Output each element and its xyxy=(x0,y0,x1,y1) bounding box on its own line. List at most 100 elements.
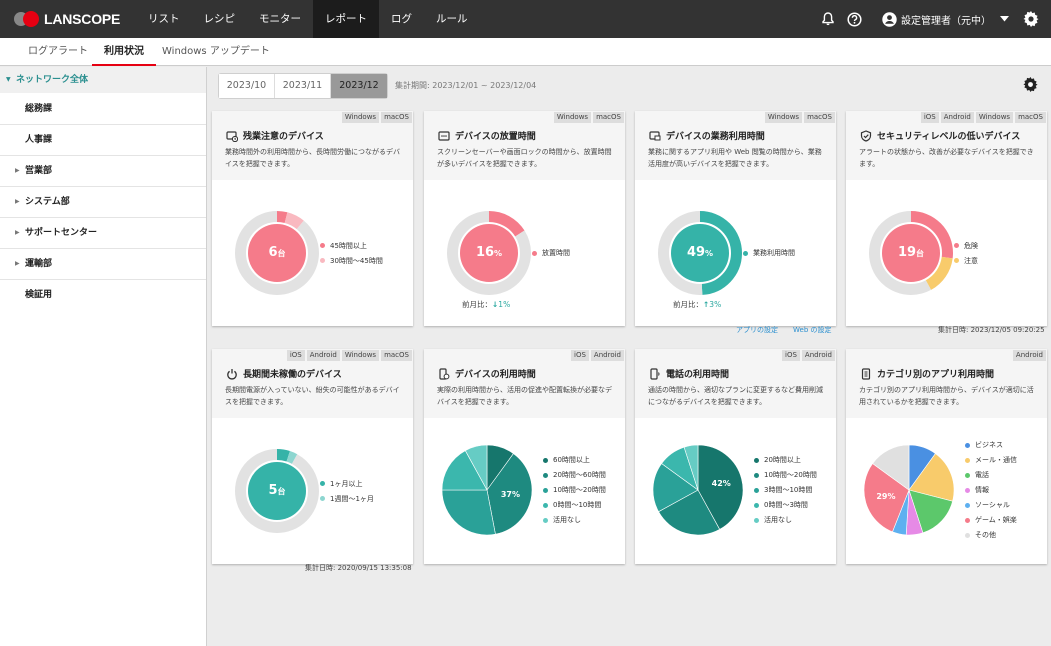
legend-swatch xyxy=(543,457,548,463)
sidebar-item-label: 運輸部 xyxy=(25,259,53,269)
legend-item: 危険 xyxy=(954,238,978,253)
gear-icon[interactable] xyxy=(1023,77,1038,96)
card-title: セキュリティレベルの低いデバイス xyxy=(859,129,1020,142)
legend-label: 3時間〜10時間 xyxy=(764,486,813,494)
legend-item: 活用なし xyxy=(543,513,606,528)
legend-label: ゲーム・娯楽 xyxy=(975,516,1017,524)
report-card-longunused[interactable]: iOS Android Windows macOS 長期間未稼働のデバイス 長期間電源… xyxy=(212,349,413,564)
sidebar-item-general-affairs[interactable]: 総務課 xyxy=(0,93,206,125)
tab-windows-update[interactable]: Windows アップデート xyxy=(150,38,282,66)
legend-item: 情報 xyxy=(965,483,1017,498)
bell-icon[interactable] xyxy=(822,12,834,26)
report-card-phone[interactable]: iOS Android 電話の利用時間 通話の時間から、適切なプランに変更するなど… xyxy=(635,349,836,564)
nav-item-rule[interactable]: ルール xyxy=(424,0,480,38)
web-settings-link[interactable]: Web の設定 xyxy=(793,325,832,335)
caret-right-icon[interactable]: ▶ xyxy=(15,249,20,279)
card-body: 49% 業務利用時間 前月比：↑3% xyxy=(635,180,836,326)
report-card-security[interactable]: iOS Android Windows macOS セキュリティレベルの低いデバイス … xyxy=(846,111,1047,326)
month-2023-11[interactable]: 2023/11 xyxy=(275,74,331,98)
card-title: デバイスの業務利用時間 xyxy=(648,129,765,142)
lanscope-logo[interactable]: LANSCOPE xyxy=(14,10,120,28)
legend-item: 0時間〜3時間 xyxy=(754,498,817,513)
nav-item-monitor[interactable]: モニター xyxy=(247,0,313,38)
os-tag: Android xyxy=(801,350,835,361)
top-bar: LANSCOPE リスト レシピ モニター レポート ログ ルール 設定管理者（… xyxy=(0,0,1051,38)
legend-swatch xyxy=(965,532,970,538)
chart-legend: 60時間以上 20時間〜60時間 10時間〜20時間 0時間〜10時間 活用なし xyxy=(543,453,606,528)
center-value-number: 49 xyxy=(686,245,706,260)
chart-legend: ビジネス メール・通信 電話 情報 ソーシャル ゲーム・娯楽 その他 xyxy=(965,438,1017,543)
os-tag: Android xyxy=(1012,350,1046,361)
card-title: 電話の利用時間 xyxy=(648,367,729,380)
report-card-usage[interactable]: iOS Android デバイスの利用時間 実際の利用時間から、活用の促進や配置転… xyxy=(424,349,625,564)
card-title-text: セキュリティレベルの低いデバイス xyxy=(877,132,1021,142)
legend-swatch xyxy=(754,457,759,463)
card-title-text: カテゴリ別のアプリ利用時間 xyxy=(877,370,995,380)
month-2023-12[interactable]: 2023/12 xyxy=(331,74,387,98)
longunused-icon xyxy=(225,367,238,380)
app-settings-link[interactable]: アプリの設定 xyxy=(736,325,778,335)
legend-swatch xyxy=(320,243,325,248)
os-tag: iOS xyxy=(782,350,800,361)
os-tag: macOS xyxy=(593,112,624,123)
report-card-idle[interactable]: Windows macOS デバイスの放置時間 スクリーンセーバーや画面ロックの時… xyxy=(424,111,625,326)
sidebar-item-system[interactable]: ▶ システム部 xyxy=(0,187,206,218)
nav-item-recipe[interactable]: レシピ xyxy=(192,0,248,38)
center-value: 16% xyxy=(459,244,519,262)
legend-item: メール・通信 xyxy=(965,453,1017,468)
user-menu[interactable]: 設定管理者（元中） xyxy=(882,11,1009,27)
card-header: Windows macOS 残業注意のデバイス 業務時間外の利用時間から、長時間労… xyxy=(212,111,413,180)
sidebar-item-hr[interactable]: 人事課 xyxy=(0,125,206,156)
center-value-unit: 台 xyxy=(277,249,286,258)
sidebar-item-label: システム部 xyxy=(25,197,70,207)
legend-swatch xyxy=(320,258,325,263)
os-tags: iOS Android xyxy=(780,350,835,361)
legend-label: 20時間〜60時間 xyxy=(553,471,606,479)
caret-down-icon[interactable]: ▼ xyxy=(6,67,11,93)
os-tag: macOS xyxy=(1015,112,1046,123)
main-content: 2023/10 2023/11 2023/12 集計期間: 2023/12/01… xyxy=(208,67,1051,646)
sidebar-item-verification[interactable]: 検証用 xyxy=(0,280,206,311)
center-value-number: 6 xyxy=(268,245,278,260)
legend-swatch xyxy=(754,502,759,508)
legend-item: 10時間〜20時間 xyxy=(543,483,606,498)
nav-item-report[interactable]: レポート xyxy=(313,0,379,38)
sidebar-item-support[interactable]: ▶ サポートセンター xyxy=(0,218,206,249)
sidebar-item-sales[interactable]: ▶ 営業部 xyxy=(0,156,206,187)
sidebar-item-label: サポートセンター xyxy=(25,228,98,238)
legend-label: その他 xyxy=(975,531,996,539)
sidebar-item-network-all[interactable]: ▼ ネットワーク全体 xyxy=(0,67,206,93)
center-value-number: 5 xyxy=(268,483,278,498)
os-tag: macOS xyxy=(804,112,835,123)
report-card-business[interactable]: Windows macOS デバイスの業務利用時間 業務に関するアプリ利用や We… xyxy=(635,111,836,326)
sidebar-item-transport[interactable]: ▶ 運輸部 xyxy=(0,249,206,280)
card-description: 長期間電源が入っていない、紛失の可能性があるデバイスを把握できます。 xyxy=(225,386,400,406)
chevron-down-icon[interactable] xyxy=(1000,16,1009,22)
caret-right-icon[interactable]: ▶ xyxy=(15,156,20,186)
sidebar-item-label: ネットワーク全体 xyxy=(16,75,89,85)
nav-item-list[interactable]: リスト xyxy=(136,0,192,38)
month-2023-10[interactable]: 2023/10 xyxy=(219,74,275,98)
aggregation-period: 集計期間: 2023/12/01 ~ 2023/12/04 xyxy=(395,81,537,90)
legend-item: 45時間以上 xyxy=(320,238,383,253)
card-header: Windows macOS デバイスの放置時間 スクリーンセーバーや画面ロックの時… xyxy=(424,111,625,180)
sidebar-item-label: 人事課 xyxy=(25,135,53,145)
report-card-appcategory[interactable]: Android カテゴリ別のアプリ利用時間 カテゴリ別のアプリ利用時間から、デバ… xyxy=(846,349,1047,564)
os-tag: Windows xyxy=(341,112,380,123)
report-card-overtime[interactable]: Windows macOS 残業注意のデバイス 業務時間外の利用時間から、長時間労… xyxy=(212,111,413,326)
card-body: 19台 危険 注意 xyxy=(846,180,1047,326)
legend-item: 注意 xyxy=(954,253,978,268)
help-icon[interactable] xyxy=(847,11,862,27)
caret-right-icon[interactable]: ▶ xyxy=(15,187,20,217)
legend-item: 10時間〜20時間 xyxy=(754,468,817,483)
business-icon xyxy=(648,129,661,142)
tab-log-alert[interactable]: ログアラート xyxy=(16,38,100,66)
gear-icon[interactable] xyxy=(1023,11,1039,27)
legend-item: ソーシャル xyxy=(965,498,1017,513)
legend-item: 30時間〜45時間 xyxy=(320,253,383,268)
tab-usage-status[interactable]: 利用状況 xyxy=(92,38,156,66)
legend-item: 電話 xyxy=(965,468,1017,483)
caret-right-icon[interactable]: ▶ xyxy=(15,218,20,248)
card-title-text: デバイスの利用時間 xyxy=(455,370,536,380)
nav-item-log[interactable]: ログ xyxy=(379,0,424,38)
